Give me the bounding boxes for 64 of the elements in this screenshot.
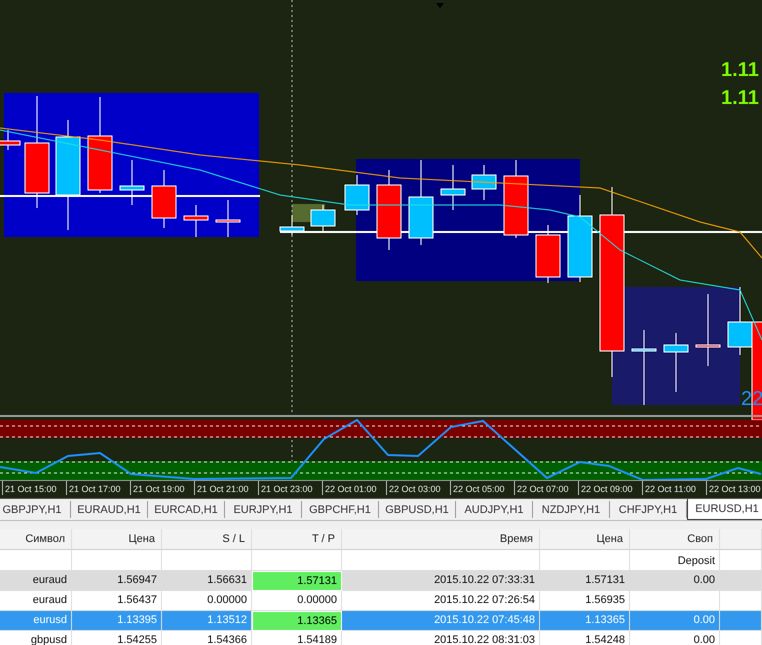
table-cell[interactable]: euraud bbox=[0, 571, 72, 591]
candlestick bbox=[310, 204, 336, 232]
table-cell: 1.56947 bbox=[72, 571, 162, 591]
table-cell: 1.13395 bbox=[72, 611, 162, 631]
chart-tab[interactable]: EURAUD,H1 bbox=[71, 501, 148, 518]
time-axis-label: 22 Oct 13:00 bbox=[706, 481, 762, 495]
candlestick bbox=[184, 204, 208, 238]
time-axis-label: 22 Oct 07:00 bbox=[514, 481, 578, 495]
candlestick bbox=[440, 164, 466, 210]
candlestick bbox=[536, 224, 560, 284]
time-axis-label: 21 Oct 21:00 bbox=[194, 481, 258, 495]
chart-tab[interactable]: AUDJPY,H1 bbox=[456, 501, 533, 518]
candlestick bbox=[664, 332, 688, 392]
chart-tab[interactable]: EURJPY,H1 bbox=[225, 501, 302, 518]
table-cell: 2015.10.22 07:45:48 bbox=[342, 611, 540, 631]
column-header[interactable]: Цена bbox=[540, 529, 630, 550]
time-axis-label: 22 Oct 01:00 bbox=[322, 481, 386, 495]
table-cell[interactable]: gbpusd bbox=[0, 631, 72, 645]
chart-tab[interactable]: GBPCHF,H1 bbox=[302, 501, 379, 518]
candlestick bbox=[120, 160, 144, 206]
time-axis-label: 21 Oct 19:00 bbox=[130, 481, 194, 495]
table-cell: 0.00 bbox=[630, 611, 720, 631]
table-cell: 1.54189 bbox=[252, 631, 342, 645]
candlestick bbox=[152, 170, 176, 228]
column-header[interactable]: Цена bbox=[72, 529, 162, 550]
time-axis-label: 21 Oct 15:00 bbox=[2, 481, 66, 495]
column-header[interactable]: Символ bbox=[0, 529, 72, 550]
chart-tab[interactable]: GBPUSD,H1 bbox=[379, 501, 456, 518]
table-cell: 1.13512 bbox=[162, 611, 252, 631]
chart-tab[interactable]: GBPJPY,H1 bbox=[0, 501, 71, 518]
table-cell: 2015.10.22 08:31:03 bbox=[342, 631, 540, 645]
column-header[interactable]: Время bbox=[342, 529, 540, 550]
table-cell: 2015.10.22 07:33:31 bbox=[342, 571, 540, 591]
chart-tab[interactable]: NZDJPY,H1 bbox=[533, 501, 610, 518]
candlestick bbox=[344, 174, 370, 216]
navigation-marker-icon bbox=[436, 3, 444, 8]
time-axis-label: 22 Oct 09:00 bbox=[578, 481, 642, 495]
time-axis-label: 22 Oct 11:00 bbox=[642, 481, 706, 495]
table-cell: 1.56631 bbox=[162, 571, 252, 591]
table-cell: 1.57131 bbox=[252, 571, 342, 591]
table-cell: 1.54366 bbox=[162, 631, 252, 645]
candlestick bbox=[472, 164, 496, 200]
chart-tab[interactable]: EURCAD,H1 bbox=[148, 501, 225, 518]
table-cell: 0.00 bbox=[630, 631, 720, 645]
column-header[interactable]: Своп bbox=[630, 529, 720, 550]
indicator-value-label: 22 bbox=[741, 388, 762, 410]
time-axis-label: 22 Oct 05:00 bbox=[450, 481, 514, 495]
time-axis-label: 21 Oct 17:00 bbox=[66, 481, 130, 495]
price-label: 1.11 bbox=[721, 59, 759, 81]
price-label: 1.11 bbox=[721, 87, 759, 109]
candlestick bbox=[216, 200, 240, 238]
table-cell: 1.13365 bbox=[540, 611, 630, 631]
chart-tab[interactable]: EURUSD,H1 bbox=[687, 499, 762, 520]
table-cell: 1.54248 bbox=[540, 631, 630, 645]
table-cell: 0.00 bbox=[630, 571, 720, 591]
table-cell: 1.57131 bbox=[540, 571, 630, 591]
candlestick bbox=[0, 130, 20, 150]
column-header[interactable]: S / L bbox=[162, 529, 252, 550]
time-axis-label: 21 Oct 23:00 bbox=[258, 481, 322, 495]
column-header[interactable]: T / P bbox=[252, 529, 342, 550]
candlestick bbox=[280, 214, 304, 236]
table-cell: 1.54255 bbox=[72, 631, 162, 645]
table-cell: 1.13365 bbox=[252, 611, 342, 631]
time-axis-label: 22 Oct 03:00 bbox=[386, 481, 450, 495]
